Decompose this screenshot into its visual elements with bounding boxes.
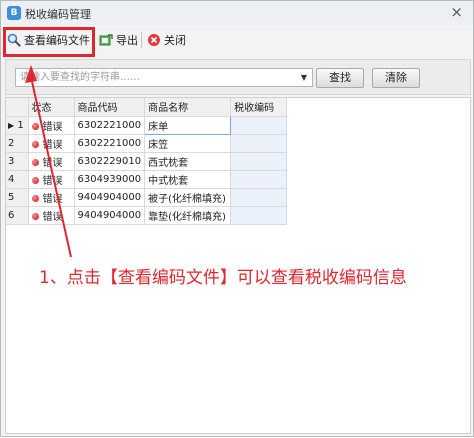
error-dot-icon (31, 159, 39, 166)
error-dot-icon (31, 123, 39, 130)
tax-code-cell[interactable] (230, 116, 288, 135)
row-number-header (6, 98, 29, 117)
error-dot-icon (31, 177, 39, 184)
table-row[interactable]: ▶ 1 错误 6302221000 床单 (6, 115, 288, 135)
tax-code-cell[interactable] (230, 206, 288, 225)
row-number: 6 (6, 206, 29, 225)
close-circle-icon (147, 33, 161, 47)
window-title: 税收编码管理 (25, 8, 91, 21)
row-number: 2 (6, 134, 29, 153)
app-icon: B (7, 6, 21, 20)
close-button[interactable]: 关闭 (147, 30, 186, 50)
table-row[interactable]: 4 错误 6304939000 中式枕套 (6, 170, 288, 189)
title-bar: B 税收编码管理 × (1, 1, 473, 25)
column-header-product-name[interactable]: 商品名称 (144, 98, 232, 117)
product-code-cell[interactable]: 6302221000 (74, 116, 146, 135)
row-number: 3 (6, 152, 29, 171)
status-cell[interactable]: 错误 (28, 206, 75, 225)
error-dot-icon (31, 195, 39, 202)
row-number: 5 (6, 188, 29, 207)
toolbar-separator (141, 32, 142, 48)
product-code-cell[interactable]: 9404904000 (74, 188, 146, 207)
search-input[interactable] (16, 69, 298, 86)
status-cell[interactable]: 错误 (28, 188, 75, 207)
product-code-cell[interactable]: 6302221000 (74, 134, 146, 153)
tax-code-cell[interactable] (230, 134, 288, 153)
column-header-status[interactable]: 状态 (28, 98, 75, 117)
current-row-indicator-icon: ▶ (8, 120, 15, 130)
product-code-cell[interactable]: 9404904000 (74, 206, 146, 225)
product-name-cell[interactable]: 西式枕套 (144, 152, 232, 171)
table-row[interactable]: 3 错误 6302229010 西式枕套 (6, 152, 288, 171)
tax-code-window: B 税收编码管理 × 查看编码文件 导出 关闭 ▼ (0, 0, 474, 437)
close-label: 关闭 (164, 34, 186, 47)
status-cell[interactable]: 错误 (28, 116, 75, 135)
export-icon (99, 33, 113, 47)
status-cell[interactable]: 错误 (28, 170, 75, 189)
error-dot-icon (31, 213, 39, 220)
product-code-cell[interactable]: 6302229010 (74, 152, 146, 171)
column-header-product-code[interactable]: 商品代码 (74, 98, 146, 117)
product-name-cell[interactable]: 床单 (144, 115, 232, 135)
product-name-cell[interactable]: 床笠 (144, 134, 232, 153)
chevron-down-icon[interactable]: ▼ (298, 71, 310, 84)
row-number: ▶ 1 (6, 116, 29, 135)
clear-button[interactable]: 清除 (372, 68, 420, 88)
tax-code-cell[interactable] (230, 152, 288, 171)
error-dot-icon (31, 141, 39, 148)
tax-code-cell[interactable] (230, 170, 288, 189)
highlight-box (3, 27, 95, 57)
find-button[interactable]: 查找 (316, 68, 364, 88)
product-name-cell[interactable]: 中式枕套 (144, 170, 232, 189)
table-row[interactable]: 6 错误 9404904000 靠垫(化纤棉填充) (6, 206, 288, 225)
window-close-icon[interactable]: × (450, 3, 463, 21)
table-header-row: 状态 商品代码 商品名称 税收编码 (6, 98, 288, 117)
search-combo[interactable]: ▼ (15, 68, 313, 87)
status-cell[interactable]: 错误 (28, 134, 75, 153)
product-code-cell[interactable]: 6304939000 (74, 170, 146, 189)
product-name-cell[interactable]: 被子(化纤棉填充) (144, 188, 232, 207)
column-header-tax-code[interactable]: 税收编码 (230, 98, 288, 117)
export-button[interactable]: 导出 (99, 30, 138, 50)
code-table: 状态 商品代码 商品名称 税收编码 ▶ 1 错误 6302221000 床单 2… (6, 98, 288, 225)
tax-code-cell[interactable] (230, 188, 288, 207)
search-panel: ▼ 查找 清除 (5, 59, 471, 95)
table-row[interactable]: 2 错误 6302221000 床笠 (6, 134, 288, 153)
annotation-text: 1、点击【查看编码文件】可以查看税收编码信息 (39, 268, 407, 288)
export-label: 导出 (116, 34, 138, 47)
row-number: 4 (6, 170, 29, 189)
status-cell[interactable]: 错误 (28, 152, 75, 171)
table-row[interactable]: 5 错误 9404904000 被子(化纤棉填充) (6, 188, 288, 207)
product-name-cell[interactable]: 靠垫(化纤棉填充) (144, 206, 232, 225)
